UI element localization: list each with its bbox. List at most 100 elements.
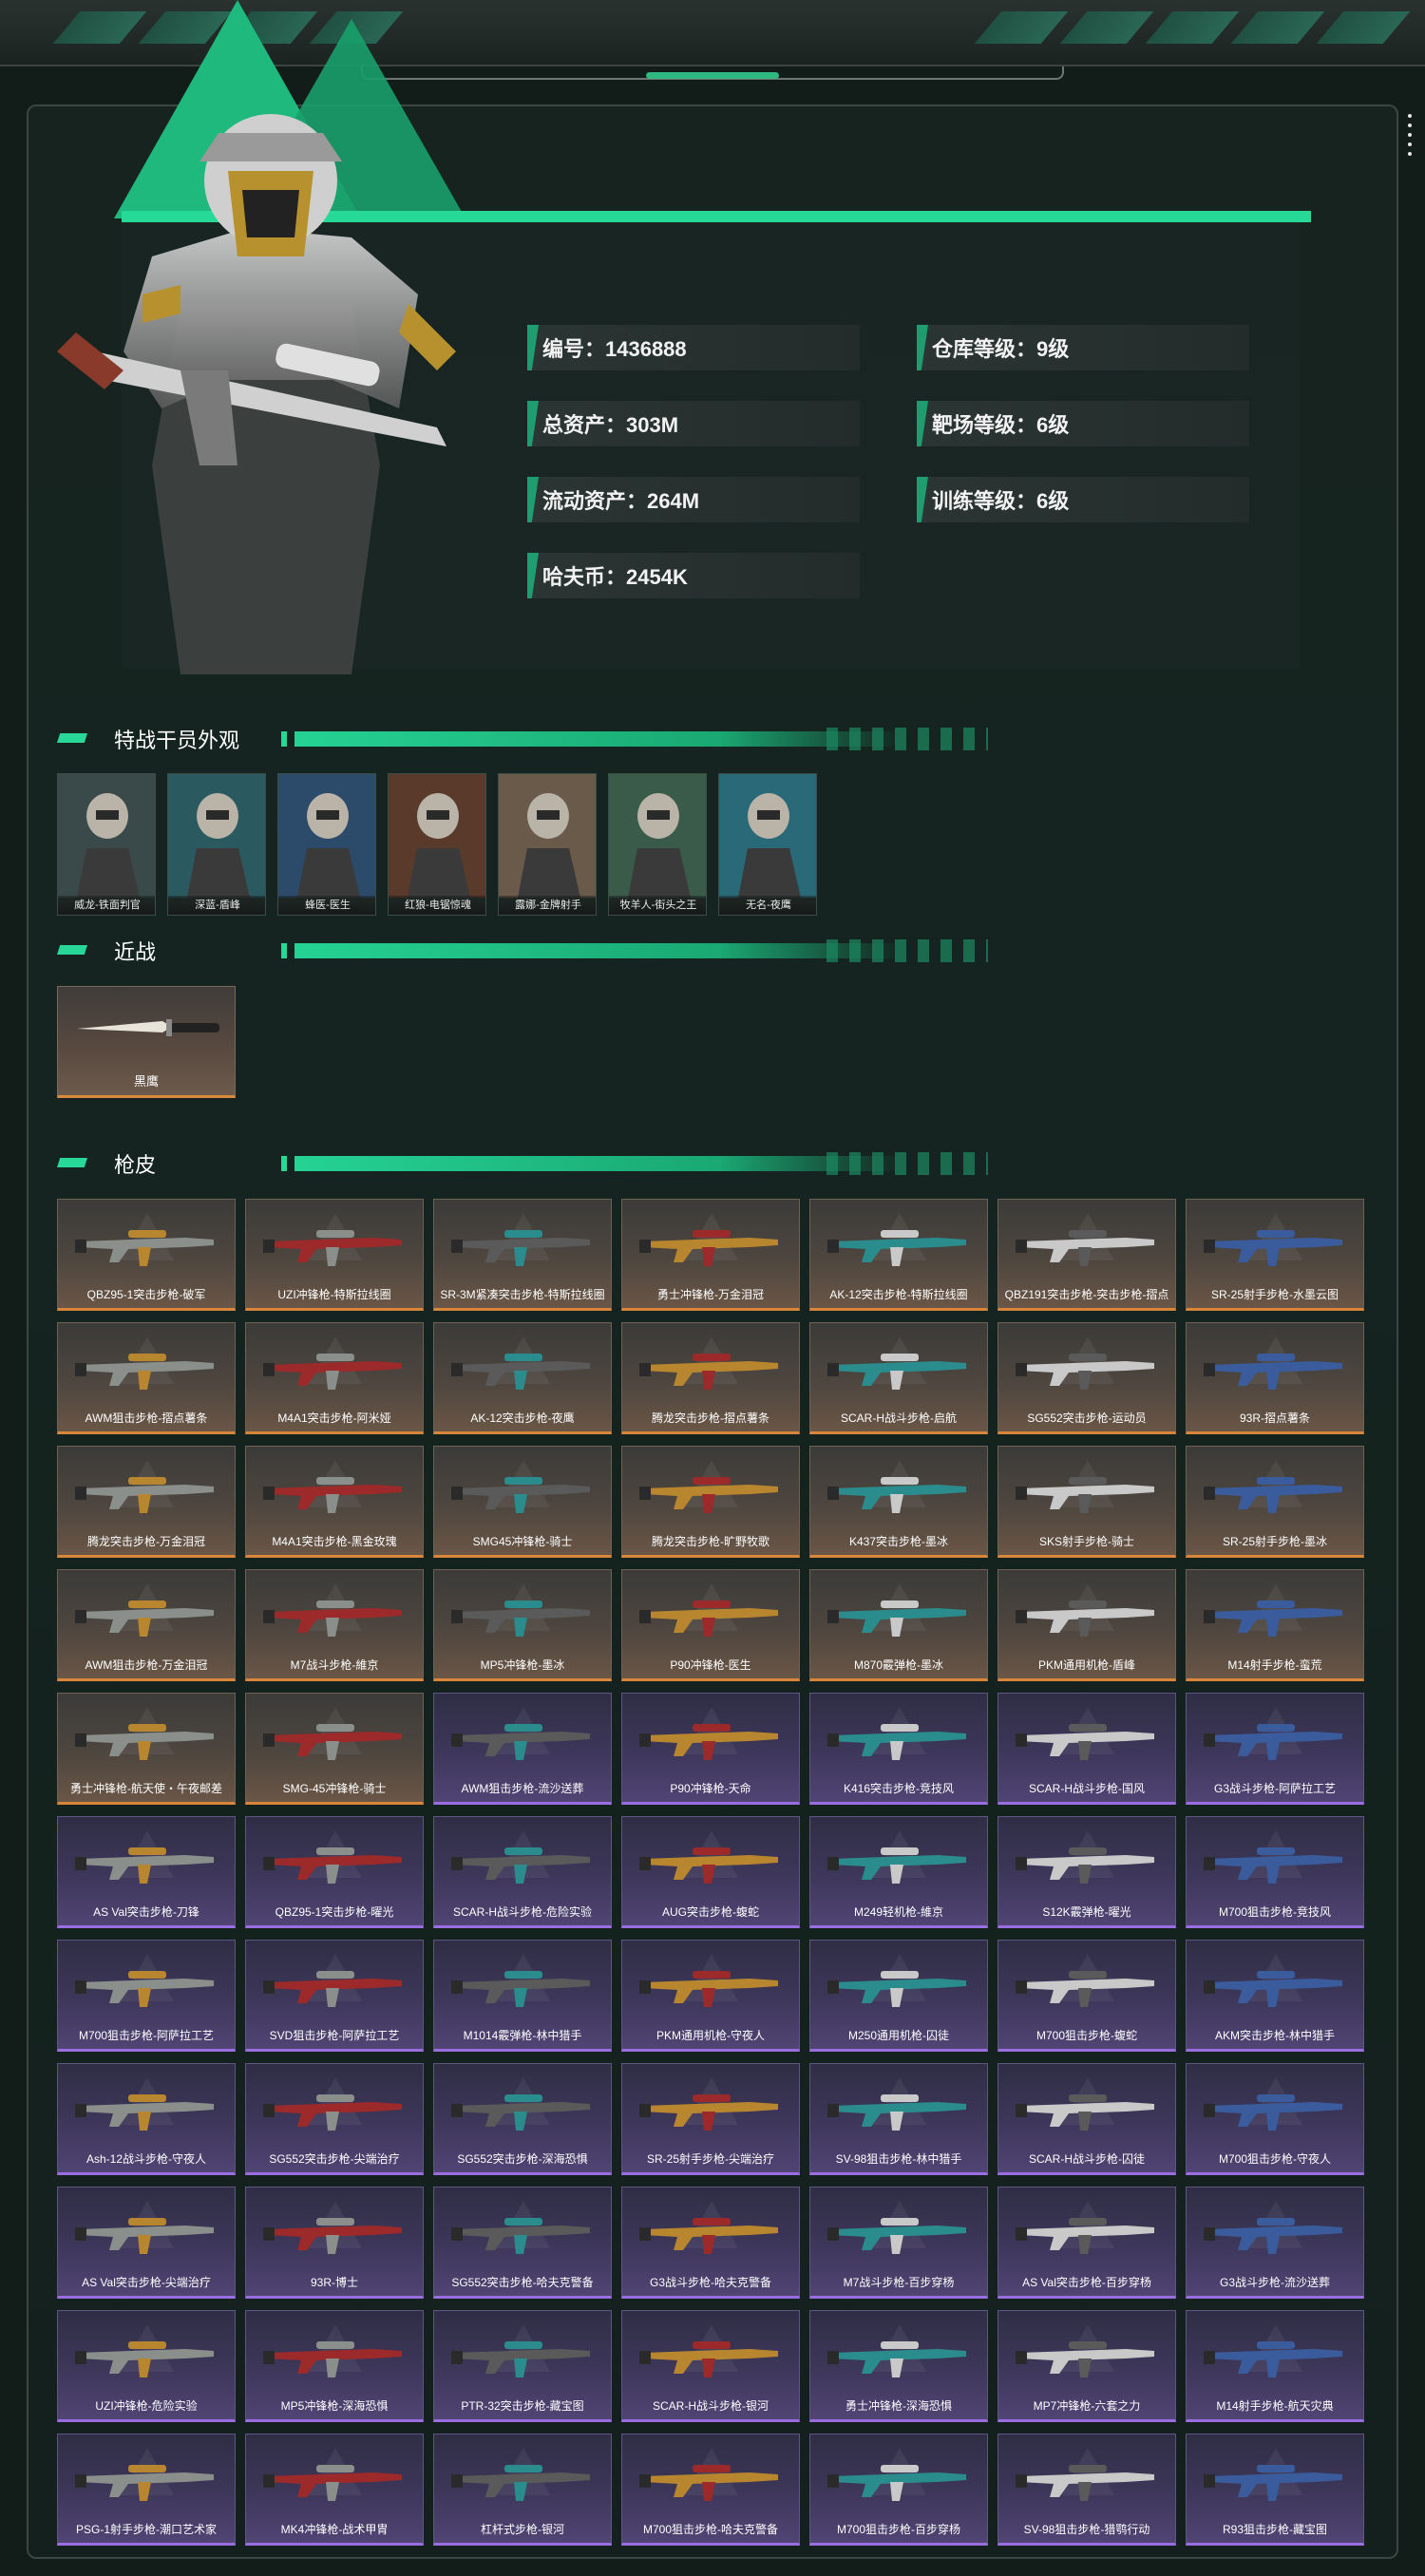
weapon-name: P90冲锋枪-天命: [670, 1782, 751, 1795]
weapon-name: AS Val突击步枪-尖端治疗: [82, 2276, 211, 2289]
scroll-indicator[interactable]: [1408, 114, 1414, 161]
weapon-card[interactable]: P90冲锋枪-天命: [621, 1693, 800, 1805]
weapon-card[interactable]: M870霰弹枪-墨冰: [809, 1569, 988, 1681]
weapon-card[interactable]: SR-3M紧凑突击步枪-特斯拉线圈: [433, 1199, 612, 1311]
weapon-card[interactable]: 勇士冲锋枪-深海恐惧: [809, 2310, 988, 2422]
weapon-card[interactable]: 腾龙突击步枪-万金泪冠: [57, 1446, 236, 1558]
weapon-card[interactable]: SCAR-H战斗步枪-启航: [809, 1322, 988, 1434]
operator-card[interactable]: 蜂医-医生: [277, 773, 376, 916]
weapon-name: AK-12突击步枪-夜鹰: [470, 1411, 575, 1425]
weapon-card[interactable]: SKS射手步枪-骑士: [998, 1446, 1176, 1558]
weapon-card[interactable]: AS Val突击步枪-尖端治疗: [57, 2187, 236, 2299]
weapon-card[interactable]: AS Val突击步枪-百步穿杨: [998, 2187, 1176, 2299]
weapon-card[interactable]: UZI冲锋枪-特斯拉线圈: [245, 1199, 424, 1311]
weapon-card[interactable]: AKM突击步枪-林中猎手: [1186, 1940, 1364, 2052]
weapon-card[interactable]: M700狙击步枪-竞技风: [1186, 1816, 1364, 1928]
weapon-card[interactable]: AK-12突击步枪-夜鹰: [433, 1322, 612, 1434]
operator-card[interactable]: 威龙-铁面判官: [57, 773, 156, 916]
operator-card[interactable]: 深蓝-盾峰: [167, 773, 266, 916]
weapon-card[interactable]: M700狙击步枪-阿萨拉工艺: [57, 1940, 236, 2052]
weapon-card[interactable]: M4A1突击步枪-黑金玫瑰: [245, 1446, 424, 1558]
weapon-card[interactable]: M250通用机枪-囚徒: [809, 1940, 988, 2052]
weapon-card[interactable]: SV-98狙击步枪-猎鹗行动: [998, 2434, 1176, 2546]
melee-card[interactable]: 黑鹰: [57, 986, 236, 1098]
weapon-card[interactable]: M700狙击步枪-百步穿杨: [809, 2434, 988, 2546]
weapon-card[interactable]: 腾龙突击步枪-旷野牧歌: [621, 1446, 800, 1558]
weapon-card[interactable]: AS Val突击步枪-刀锋: [57, 1816, 236, 1928]
weapon-icon: [1204, 1847, 1342, 1884]
weapon-card[interactable]: 93R-摺点薯条: [1186, 1322, 1364, 1434]
weapon-card[interactable]: MP5冲锋枪-墨冰: [433, 1569, 612, 1681]
weapon-card[interactable]: SCAR-H战斗步枪-国风: [998, 1693, 1176, 1805]
weapon-card[interactable]: M14射手步枪-蛮荒: [1186, 1569, 1364, 1681]
weapon-card[interactable]: G3战斗步枪-流沙送葬: [1186, 2187, 1364, 2299]
weapon-card[interactable]: SV-98狙击步枪-林中猎手: [809, 2063, 988, 2175]
weapon-card[interactable]: AUG突击步枪-蝮蛇: [621, 1816, 800, 1928]
weapon-card[interactable]: 勇士冲锋枪-万金泪冠: [621, 1199, 800, 1311]
weapon-name: SG552突击步枪-运动员: [1027, 1411, 1147, 1425]
weapon-icon: [451, 2094, 590, 2131]
operator-card[interactable]: 露娜-金牌射手: [498, 773, 597, 916]
weapon-card[interactable]: SR-25射手步枪-尖端治疗: [621, 2063, 800, 2175]
weapon-card[interactable]: G3战斗步枪-哈夫克警备: [621, 2187, 800, 2299]
weapon-card[interactable]: SG552突击步枪-哈夫克警备: [433, 2187, 612, 2299]
weapon-card[interactable]: SCAR-H战斗步枪-囚徒: [998, 2063, 1176, 2175]
weapon-icon: [75, 2094, 214, 2131]
weapon-card[interactable]: M14射手步枪-航天灾典: [1186, 2310, 1364, 2422]
weapon-card[interactable]: SMG-45冲锋枪-骑士: [245, 1693, 424, 1805]
weapon-card[interactable]: UZI冲锋枪-危险实验: [57, 2310, 236, 2422]
weapon-card[interactable]: G3战斗步枪-阿萨拉工艺: [1186, 1693, 1364, 1805]
operator-card[interactable]: 无名-夜鹰: [718, 773, 817, 916]
weapon-card[interactable]: 勇士冲锋枪-航天使・午夜邮差: [57, 1693, 236, 1805]
weapon-card[interactable]: QBZ95-1突击步枪-曜光: [245, 1816, 424, 1928]
weapon-card[interactable]: AWM狙击步枪-万金泪冠: [57, 1569, 236, 1681]
weapon-card[interactable]: 杠杆式步枪-银河: [433, 2434, 612, 2546]
weapon-card[interactable]: R93狙击步枪-藏宝图: [1186, 2434, 1364, 2546]
weapon-card[interactable]: QBZ95-1突击步枪-破军: [57, 1199, 236, 1311]
weapon-name: AK-12突击步枪-特斯拉线圈: [829, 1288, 968, 1301]
weapon-card[interactable]: MP5冲锋枪-深海恐惧: [245, 2310, 424, 2422]
weapon-card[interactable]: M249轻机枪-維京: [809, 1816, 988, 1928]
weapon-card[interactable]: SCAR-H战斗步枪-银河: [621, 2310, 800, 2422]
weapon-card[interactable]: 93R-博士: [245, 2187, 424, 2299]
weapon-card[interactable]: SG552突击步枪-深海恐惧: [433, 2063, 612, 2175]
weapon-card[interactable]: QBZ191突击步枪-突击步枪-摺点: [998, 1199, 1176, 1311]
weapon-card[interactable]: AWM狙击步枪-流沙送葬: [433, 1693, 612, 1805]
weapon-card[interactable]: PTR-32突击步枪-藏宝图: [433, 2310, 612, 2422]
weapon-card[interactable]: K416突击步枪-竞技风: [809, 1693, 988, 1805]
weapon-name: M700狙击步枪-蝮蛇: [1036, 2029, 1137, 2042]
weapon-name: M1014霰弹枪-林中猎手: [463, 2029, 582, 2042]
operator-card[interactable]: 牧羊人-街头之王: [608, 773, 707, 916]
weapon-name: AUG突击步枪-蝮蛇: [661, 1905, 759, 1919]
weapon-card[interactable]: SVD狙击步枪-阿萨拉工艺: [245, 1940, 424, 2052]
weapon-card[interactable]: P90冲锋枪-医生: [621, 1569, 800, 1681]
weapon-card[interactable]: Ash-12战斗步枪-守夜人: [57, 2063, 236, 2175]
weapon-card[interactable]: AWM狙击步枪-摺点薯条: [57, 1322, 236, 1434]
weapon-card[interactable]: PSG-1射手步枪-潮口艺术家: [57, 2434, 236, 2546]
weapon-card[interactable]: AK-12突击步枪-特斯拉线圈: [809, 1199, 988, 1311]
weapon-card[interactable]: M4A1突击步枪-阿米娅: [245, 1322, 424, 1434]
weapon-name: M4A1突击步枪-阿米娅: [277, 1411, 391, 1425]
weapon-card[interactable]: S12K霰弹枪-曜光: [998, 1816, 1176, 1928]
weapon-icon: [827, 2465, 966, 2501]
weapon-card[interactable]: M1014霰弹枪-林中猎手: [433, 1940, 612, 2052]
operator-card[interactable]: 红狼-电锯惊魂: [388, 773, 486, 916]
weapon-card[interactable]: SCAR-H战斗步枪-危险实验: [433, 1816, 612, 1928]
weapon-card[interactable]: MP7冲锋枪-六套之力: [998, 2310, 1176, 2422]
weapon-card[interactable]: M7战斗步枪-維京: [245, 1569, 424, 1681]
weapon-card[interactable]: 腾龙突击步枪-摺点薯条: [621, 1322, 800, 1434]
weapon-card[interactable]: PKM通用机枪-守夜人: [621, 1940, 800, 2052]
weapon-card[interactable]: SR-25射手步枪-水墨云图: [1186, 1199, 1364, 1311]
weapon-card[interactable]: MK4冲锋枪-战术甲胄: [245, 2434, 424, 2546]
weapon-card[interactable]: M700狙击步枪-哈夫克警备: [621, 2434, 800, 2546]
weapon-card[interactable]: SR-25射手步枪-墨冰: [1186, 1446, 1364, 1558]
weapon-card[interactable]: SG552突击步枪-尖端治疗: [245, 2063, 424, 2175]
weapon-icon: [75, 1847, 214, 1884]
weapon-card[interactable]: M700狙击步枪-蝮蛇: [998, 1940, 1176, 2052]
weapon-card[interactable]: SMG45冲锋枪-骑士: [433, 1446, 612, 1558]
weapon-card[interactable]: SG552突击步枪-运动员: [998, 1322, 1176, 1434]
weapon-card[interactable]: M700狙击步枪-守夜人: [1186, 2063, 1364, 2175]
weapon-card[interactable]: K437突击步枪-墨冰: [809, 1446, 988, 1558]
weapon-card[interactable]: M7战斗步枪-百步穿杨: [809, 2187, 988, 2299]
weapon-card[interactable]: PKM通用机枪-盾峰: [998, 1569, 1176, 1681]
